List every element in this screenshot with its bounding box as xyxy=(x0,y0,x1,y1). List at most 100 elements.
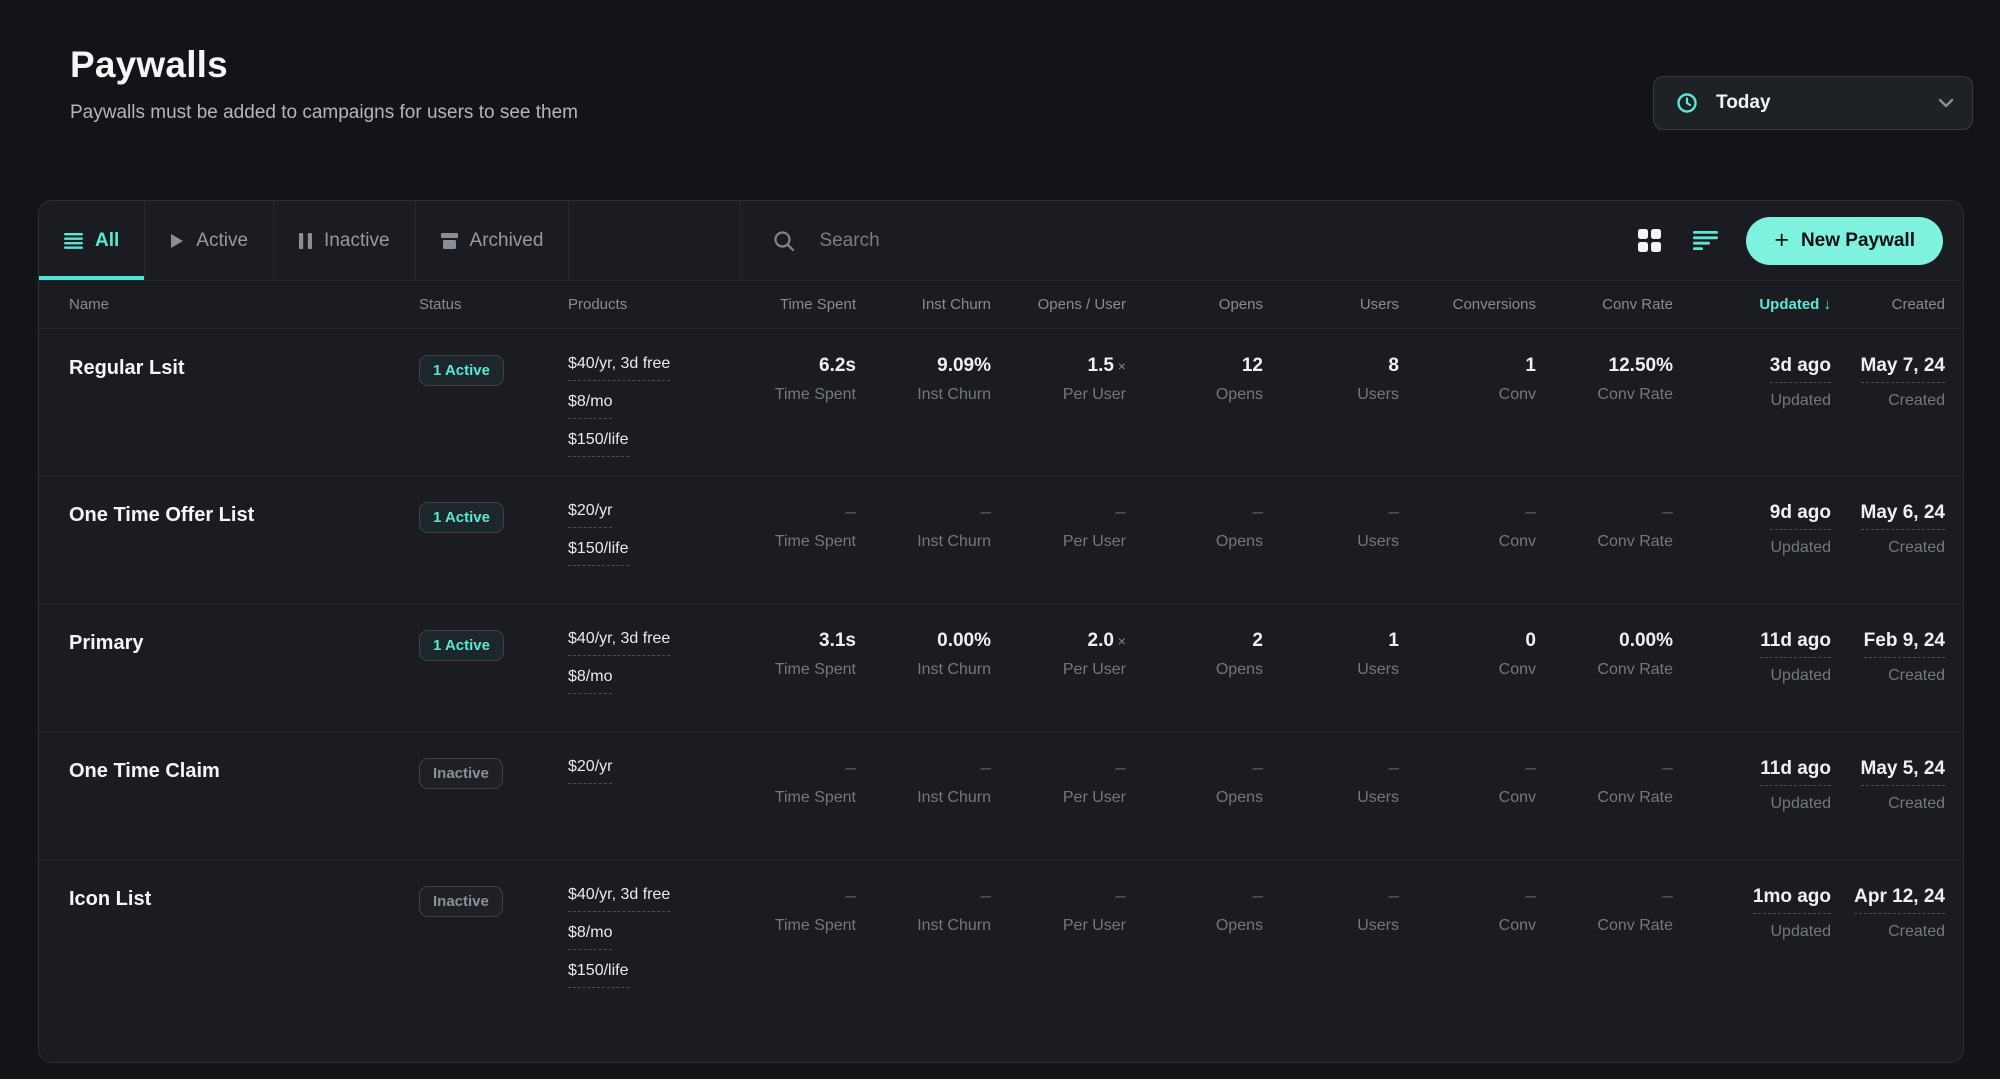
paywall-name: Icon List xyxy=(69,886,419,988)
tab-inactive[interactable]: Inactive xyxy=(274,201,415,280)
stat-label: Conv xyxy=(1399,661,1536,679)
stat-cell-inst-churn: –Inst Churn xyxy=(856,886,991,988)
table-row[interactable]: Icon List Inactive $40/yr, 3d free$8/mo$… xyxy=(39,860,1963,1006)
col-status[interactable]: Status xyxy=(419,296,554,313)
list-view-icon[interactable] xyxy=(1690,226,1720,256)
col-conversions[interactable]: Conversions xyxy=(1399,296,1536,313)
stat-cell-users: 1Users xyxy=(1263,630,1399,713)
stat-cell-conv: 0 Conv xyxy=(1399,630,1536,713)
tab-label: Active xyxy=(196,230,248,252)
stat-cell-time-spent: 3.1sTime Spent xyxy=(744,630,856,713)
table-row[interactable]: Primary 1 Active $40/yr, 3d free $8/mo 3.… xyxy=(39,604,1963,732)
stat-label: Conv Rate xyxy=(1536,661,1673,679)
table-row[interactable]: One Time Claim Inactive $20/yr –Time Spe… xyxy=(39,732,1963,860)
stat-label: Updated xyxy=(1673,392,1831,410)
stat-value: – xyxy=(1536,758,1673,780)
tab-all[interactable]: All xyxy=(39,201,145,280)
stat-cell-conv-rate: 12.50%Conv Rate xyxy=(1536,355,1673,457)
stat-cell-opens-per-user: 1.5 ×Per User xyxy=(991,355,1126,457)
stat-cell-conv: –Conv xyxy=(1399,502,1536,585)
stat-label: Conv Rate xyxy=(1536,789,1673,807)
stat-value[interactable]: Apr 12, 24 xyxy=(1854,886,1945,914)
clock-icon xyxy=(1672,88,1702,118)
stat-cell-created: May 5, 24Created xyxy=(1831,758,1945,841)
col-conv-rate[interactable]: Conv Rate xyxy=(1536,296,1673,313)
stat-value: 0 xyxy=(1399,630,1536,652)
stat-value[interactable]: 1mo ago xyxy=(1753,886,1831,914)
stat-cell-conv-rate: – Conv Rate xyxy=(1536,758,1673,841)
stat-cell-inst-churn: 9.09%Inst Churn xyxy=(856,355,991,457)
stat-label: Conv xyxy=(1399,917,1536,935)
stat-value[interactable]: May 7, 24 xyxy=(1861,355,1946,383)
stat-label: Time Spent xyxy=(744,386,856,404)
stat-cell-conv-rate: –Conv Rate xyxy=(1536,886,1673,988)
chevron-down-icon xyxy=(1938,98,1954,108)
product-item[interactable]: $40/yr, 3d free xyxy=(568,630,670,656)
col-inst-churn[interactable]: Inst Churn xyxy=(856,296,991,313)
stat-cell-conv: –Conv xyxy=(1399,758,1536,841)
stat-cell-updated: 1mo ago Updated xyxy=(1673,886,1831,988)
stat-value[interactable]: 9d ago xyxy=(1770,502,1831,530)
status-cell: 1 Active xyxy=(419,630,554,713)
product-item[interactable]: $40/yr, 3d free xyxy=(568,355,670,381)
table-row[interactable]: Regular Lsit 1 Active $40/yr, 3d free$8/… xyxy=(39,329,1963,476)
col-time-spent[interactable]: Time Spent xyxy=(744,296,856,313)
tab-archived[interactable]: Archived xyxy=(416,201,570,280)
product-item[interactable]: $8/mo xyxy=(568,393,612,419)
table-body: Regular Lsit 1 Active $40/yr, 3d free$8/… xyxy=(39,329,1963,1006)
stat-cell-created: May 6, 24Created xyxy=(1831,502,1945,585)
col-opens[interactable]: Opens xyxy=(1126,296,1263,313)
stat-value[interactable]: 3d ago xyxy=(1770,355,1831,383)
col-created[interactable]: Created xyxy=(1831,296,1945,313)
product-item[interactable]: $8/mo xyxy=(568,924,612,950)
product-item[interactable]: $20/yr xyxy=(568,758,612,784)
tabs-bar: All Active Inactive Archived xyxy=(39,201,1963,281)
stat-label: Inst Churn xyxy=(856,386,991,404)
plus-icon: + xyxy=(1774,228,1789,253)
stat-label: Created xyxy=(1831,667,1945,685)
stat-label: Created xyxy=(1831,923,1945,941)
stat-cell-opens-per-user: –Per User xyxy=(991,886,1126,988)
stat-label: Users xyxy=(1263,386,1399,404)
col-opens-per-user[interactable]: Opens / User xyxy=(991,296,1126,313)
stat-value[interactable]: May 5, 24 xyxy=(1861,758,1946,786)
product-item[interactable]: $150/life xyxy=(568,540,629,566)
stat-label: Updated xyxy=(1673,923,1831,941)
status-badge: Inactive xyxy=(419,758,503,789)
paywall-name: Primary xyxy=(69,630,419,713)
tab-label: Inactive xyxy=(324,230,389,252)
stat-value: – xyxy=(1126,886,1263,908)
search-input[interactable] xyxy=(819,230,1219,252)
new-paywall-label: New Paywall xyxy=(1801,230,1915,252)
grid-view-icon[interactable] xyxy=(1634,226,1664,256)
date-filter-dropdown[interactable]: Today xyxy=(1653,76,1973,130)
table-row[interactable]: One Time Offer List 1 Active $20/yr$150/… xyxy=(39,476,1963,604)
product-item[interactable]: $20/yr xyxy=(568,502,612,528)
col-users[interactable]: Users xyxy=(1263,296,1399,313)
paywall-name: One Time Offer List xyxy=(69,502,419,585)
sort-desc-icon: ↓ xyxy=(1824,296,1832,313)
col-products[interactable]: Products xyxy=(554,296,744,313)
stat-value: 1 xyxy=(1399,355,1536,377)
col-name[interactable]: Name xyxy=(69,296,419,313)
stat-label: Inst Churn xyxy=(856,533,991,551)
product-item[interactable]: $150/life xyxy=(568,962,629,988)
stat-value: – xyxy=(744,758,856,780)
stat-value[interactable]: 11d ago xyxy=(1760,630,1831,658)
product-item[interactable]: $150/life xyxy=(568,431,629,457)
stat-label: Conv xyxy=(1399,386,1536,404)
tab-active[interactable]: Active xyxy=(145,201,274,280)
product-item[interactable]: $8/mo xyxy=(568,668,612,694)
stat-cell-created: Feb 9, 24 Created xyxy=(1831,630,1945,713)
product-item[interactable]: $40/yr, 3d free xyxy=(568,886,670,912)
stat-value[interactable]: 11d ago xyxy=(1760,758,1831,786)
stat-label: Time Spent xyxy=(744,533,856,551)
stat-cell-created: Apr 12, 24 Created xyxy=(1831,886,1945,988)
stat-value: – xyxy=(1536,502,1673,524)
stat-value: – xyxy=(1126,758,1263,780)
stat-value[interactable]: May 6, 24 xyxy=(1861,502,1946,530)
stat-value[interactable]: Feb 9, 24 xyxy=(1864,630,1945,658)
col-updated-sorted[interactable]: Updated ↓ xyxy=(1673,296,1831,313)
new-paywall-button[interactable]: + New Paywall xyxy=(1746,217,1943,265)
stat-value: 6.2s xyxy=(744,355,856,377)
